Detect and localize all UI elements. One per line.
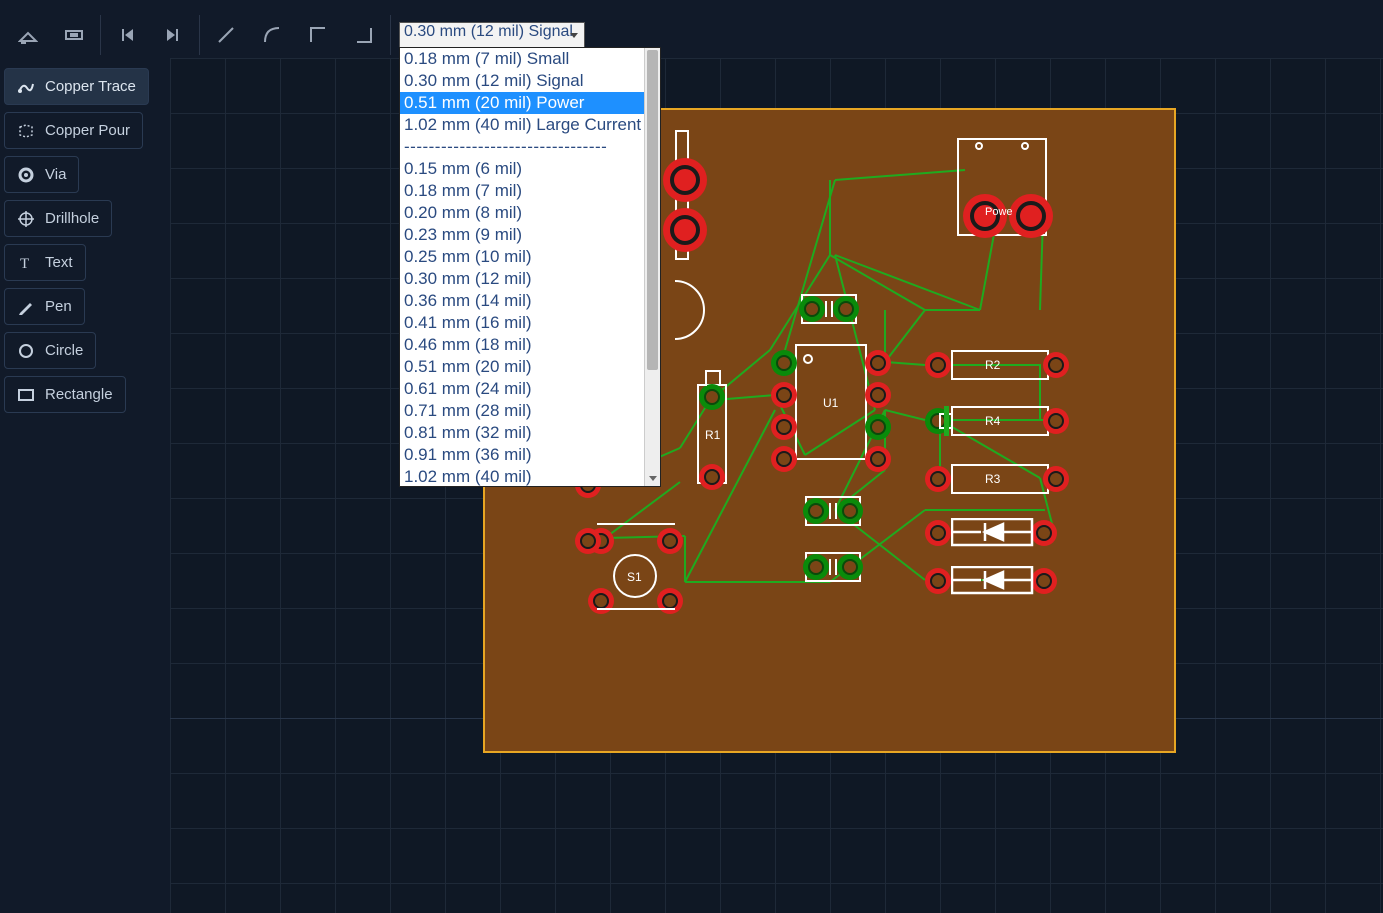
drill-icon bbox=[17, 210, 35, 228]
dropdown-item[interactable]: 0.30 mm (12 mil) bbox=[400, 268, 660, 290]
pcb-canvas[interactable]: Powe U1 R1 R2 R4 bbox=[170, 58, 1383, 913]
tool-pour[interactable]: Copper Pour bbox=[4, 112, 143, 149]
dropdown-item[interactable]: 1.02 mm (40 mil) bbox=[400, 466, 660, 486]
via-icon bbox=[17, 166, 35, 184]
dropdown-item[interactable]: 0.20 mm (8 mil) bbox=[400, 202, 660, 224]
dropdown-item[interactable]: 0.15 mm (6 mil) bbox=[400, 158, 660, 180]
trace-width-dropdown: 0.18 mm (7 mil) Small0.30 mm (12 mil) Si… bbox=[399, 47, 661, 487]
tool-drill[interactable]: Drillhole bbox=[4, 200, 112, 237]
toolbar-step-forward-icon[interactable] bbox=[150, 15, 196, 55]
tool-label: Pen bbox=[45, 298, 72, 315]
route-mode-ortho2-icon[interactable] bbox=[341, 15, 387, 55]
text-icon: T bbox=[17, 254, 35, 272]
circle-icon bbox=[17, 342, 35, 360]
label-r3: R3 bbox=[985, 472, 1000, 486]
dropdown-scroll-down-icon[interactable] bbox=[645, 470, 660, 486]
dropdown-item[interactable]: 0.23 mm (9 mil) bbox=[400, 224, 660, 246]
tool-label: Drillhole bbox=[45, 210, 99, 227]
trace-width-select[interactable]: 0.30 mm (12 mil) Signal bbox=[399, 22, 585, 48]
dropdown-item[interactable]: 0.18 mm (7 mil) bbox=[400, 180, 660, 202]
tool-trace[interactable]: Copper Trace bbox=[4, 68, 149, 105]
pour-icon bbox=[17, 122, 35, 140]
tool-label: Rectangle bbox=[45, 386, 113, 403]
label-r2: R2 bbox=[985, 358, 1000, 372]
dropdown-item[interactable]: 0.25 mm (10 mil) bbox=[400, 246, 660, 268]
label-power: Powe bbox=[985, 206, 1013, 218]
toolbar-step-back-icon[interactable] bbox=[104, 15, 150, 55]
top-toolbar: 0.30 mm (12 mil) Signal 0.18 mm (7 mil) … bbox=[2, 15, 585, 55]
dropdown-separator: --------------------------------- bbox=[400, 136, 660, 158]
route-mode-ortho1-icon[interactable] bbox=[295, 15, 341, 55]
tool-via[interactable]: Via bbox=[4, 156, 79, 193]
dropdown-item[interactable]: 0.51 mm (20 mil) Power bbox=[400, 92, 660, 114]
dropdown-item[interactable]: 0.30 mm (12 mil) Signal bbox=[400, 70, 660, 92]
pen-icon bbox=[17, 298, 35, 316]
trace-icon bbox=[17, 78, 35, 96]
label-r1: R1 bbox=[705, 428, 720, 442]
tool-label: Circle bbox=[45, 342, 83, 359]
route-mode-arc-icon[interactable] bbox=[249, 15, 295, 55]
tool-pen[interactable]: Pen bbox=[4, 288, 85, 325]
dropdown-item[interactable]: 0.36 mm (14 mil) bbox=[400, 290, 660, 312]
tool-label: Via bbox=[45, 166, 66, 183]
dropdown-item[interactable]: 0.71 mm (28 mil) bbox=[400, 400, 660, 422]
toolbar-route-modes bbox=[200, 15, 391, 55]
dropdown-item[interactable]: 0.81 mm (32 mil) bbox=[400, 422, 660, 444]
dropdown-scroll-thumb[interactable] bbox=[647, 50, 658, 370]
toolbar-snap-icon[interactable] bbox=[5, 15, 51, 55]
dropdown-item[interactable]: 0.91 mm (36 mil) bbox=[400, 444, 660, 466]
route-mode-diag-icon[interactable] bbox=[203, 15, 249, 55]
dropdown-item[interactable]: 1.02 mm (40 mil) Large Current bbox=[400, 114, 660, 136]
label-r4: R4 bbox=[985, 414, 1000, 428]
tool-circle[interactable]: Circle bbox=[4, 332, 96, 369]
trace-width-selected-value: 0.30 mm (12 mil) Signal bbox=[404, 23, 573, 40]
dropdown-item[interactable]: 0.46 mm (18 mil) bbox=[400, 334, 660, 356]
dropdown-item[interactable]: 0.18 mm (7 mil) Small bbox=[400, 48, 660, 70]
rect-icon bbox=[17, 386, 35, 404]
label-s1: S1 bbox=[627, 570, 642, 584]
dropdown-item[interactable]: 0.61 mm (24 mil) bbox=[400, 378, 660, 400]
dropdown-item[interactable]: 0.41 mm (16 mil) bbox=[400, 312, 660, 334]
label-u1: U1 bbox=[823, 396, 838, 410]
tool-rect[interactable]: Rectangle bbox=[4, 376, 126, 413]
toolbar-focus-icon[interactable] bbox=[51, 15, 97, 55]
tool-label: Copper Pour bbox=[45, 122, 130, 139]
tool-label: Copper Trace bbox=[45, 78, 136, 95]
svg-text:T: T bbox=[20, 256, 29, 272]
tool-sidebar: Copper Trace Copper Pour Via Drillhole T Text… bbox=[4, 68, 149, 413]
tool-label: Text bbox=[45, 254, 73, 271]
dropdown-scrollbar[interactable] bbox=[644, 48, 660, 486]
dropdown-item[interactable]: 0.51 mm (20 mil) bbox=[400, 356, 660, 378]
tool-text[interactable]: T Text bbox=[4, 244, 86, 281]
